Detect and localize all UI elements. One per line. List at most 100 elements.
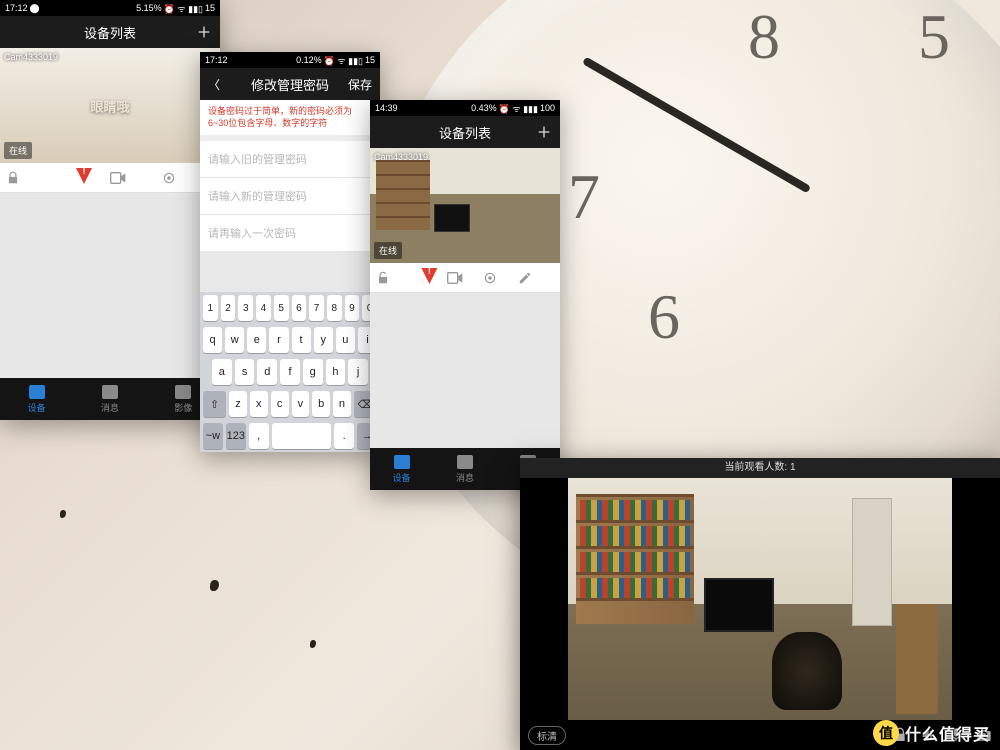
key-6[interactable]: 6 [292, 295, 307, 321]
kbd-row-num: 1 2 3 4 5 6 7 8 9 0 [200, 292, 380, 324]
tab-devices[interactable]: 设备 [0, 378, 73, 420]
gear-icon [162, 171, 176, 185]
key-w[interactable]: w [225, 327, 244, 353]
gear-icon [483, 271, 497, 285]
old-password-input[interactable]: 请输入旧的管理密码 [200, 141, 380, 178]
tab-bar: 设备 消息 影像 [0, 378, 220, 420]
empty-area [0, 193, 220, 378]
pillarbox-right [952, 478, 1000, 720]
key-r[interactable]: r [269, 327, 288, 353]
camcorder-icon [447, 272, 463, 284]
key-u[interactable]: u [336, 327, 355, 353]
key-x[interactable]: x [250, 391, 268, 417]
tv [434, 204, 470, 232]
key-space[interactable] [272, 423, 332, 449]
alert-button[interactable] [58, 168, 110, 187]
tab-messages[interactable]: 消息 [73, 378, 146, 420]
new-password-input[interactable]: 请输入新的管理密码 [200, 178, 380, 215]
status-battery: 100 [540, 103, 555, 113]
device-icon [394, 455, 410, 469]
status-time: 17:12 [205, 55, 228, 65]
key-n[interactable]: n [333, 391, 351, 417]
key-1[interactable]: 1 [203, 295, 218, 321]
clock-number: 7 [568, 160, 600, 234]
nav-title: 设备列表 [439, 123, 491, 142]
online-badge: 在线 [4, 142, 32, 159]
key-2[interactable]: 2 [221, 295, 236, 321]
key-shift[interactable]: ⇧ [203, 391, 226, 417]
edit-button[interactable] [518, 271, 554, 285]
key-4[interactable]: 4 [256, 295, 271, 321]
live-feed-area[interactable] [520, 478, 1000, 720]
key-d[interactable]: d [257, 359, 277, 385]
status-bar: 14:39 0.43% ⏰ ᯤ ▮▮▮ 100 [370, 100, 560, 116]
online-badge: 在线 [374, 242, 402, 259]
speck [60, 510, 66, 518]
bag [772, 632, 842, 710]
clock-number: 6 [648, 280, 680, 354]
key-j[interactable]: j [348, 359, 368, 385]
chevron-left-icon: 〈 [208, 76, 220, 93]
status-time: 14:39 [375, 103, 398, 113]
tv [704, 578, 774, 632]
record-button[interactable] [110, 172, 162, 184]
lock-button[interactable] [376, 271, 412, 285]
key-c[interactable]: c [271, 391, 289, 417]
lock-button[interactable] [6, 171, 58, 185]
status-dot: ⬤ [30, 3, 40, 14]
add-device-button[interactable] [528, 116, 560, 148]
add-device-button[interactable] [188, 16, 220, 48]
key-s[interactable]: s [235, 359, 255, 385]
key-period[interactable]: . [334, 423, 354, 449]
key-8[interactable]: 8 [327, 295, 342, 321]
back-button[interactable]: 〈 [200, 68, 228, 100]
viewer-count: 当前观看人数: 1 [520, 458, 1000, 478]
tab-messages[interactable]: 消息 [433, 448, 496, 490]
key-b[interactable]: b [312, 391, 330, 417]
key-e[interactable]: e [247, 327, 266, 353]
camera-preview[interactable]: Cam4333019 眼睛哦 在线 [0, 48, 220, 163]
nav-bar: 设备列表 [0, 16, 220, 48]
camera-preview[interactable]: Cam4333019 在线 [370, 148, 560, 263]
key-3[interactable]: 3 [238, 295, 253, 321]
plus-icon [536, 124, 552, 140]
alert-button[interactable] [412, 268, 448, 287]
door [852, 498, 892, 626]
key-v[interactable]: v [292, 391, 310, 417]
key-g[interactable]: g [303, 359, 323, 385]
key-q[interactable]: q [203, 327, 222, 353]
status-icons: ⏰ ᯤ ▮▮▯ [324, 54, 363, 67]
confirm-password-input[interactable]: 请再输入一次密码 [200, 215, 380, 252]
record-button[interactable] [447, 272, 483, 284]
status-bar: 17:12 0.12% ⏰ ᯤ ▮▮▯ 15 [200, 52, 380, 68]
watermark-badge: 值 [873, 720, 899, 746]
alert-icon [421, 268, 437, 284]
phone-device-list-2: 14:39 0.43% ⏰ ᯤ ▮▮▮ 100 设备列表 Cam4333019 … [370, 100, 560, 490]
key-z[interactable]: z [229, 391, 247, 417]
key-123[interactable]: 123 [226, 423, 246, 449]
key-9[interactable]: 9 [345, 295, 360, 321]
key-h[interactable]: h [326, 359, 346, 385]
key-y[interactable]: y [314, 327, 333, 353]
key-sym[interactable]: ~w [203, 423, 223, 449]
tab-devices[interactable]: 设备 [370, 448, 433, 490]
message-icon [102, 385, 118, 399]
key-5[interactable]: 5 [274, 295, 289, 321]
watermark: 值 什么值得买 [873, 720, 990, 746]
edit-icon [518, 271, 532, 285]
key-t[interactable]: t [292, 327, 311, 353]
nav-bar: 设备列表 [370, 116, 560, 148]
soft-keyboard: 1 2 3 4 5 6 7 8 9 0 q w e r t y u i a s … [200, 292, 380, 452]
key-7[interactable]: 7 [309, 295, 324, 321]
clock-number: 5 [918, 0, 950, 74]
speck [310, 640, 316, 648]
status-time: 17:12 [5, 3, 28, 13]
key-f[interactable]: f [280, 359, 300, 385]
save-button[interactable]: 保存 [340, 68, 380, 100]
status-icons: ⏰ ᯤ ▮▮▯ [164, 2, 203, 15]
key-comma[interactable]: , [249, 423, 269, 449]
settings-button[interactable] [483, 271, 519, 285]
speck [210, 580, 219, 591]
key-a[interactable]: a [212, 359, 232, 385]
quality-button[interactable]: 标清 [528, 726, 566, 745]
